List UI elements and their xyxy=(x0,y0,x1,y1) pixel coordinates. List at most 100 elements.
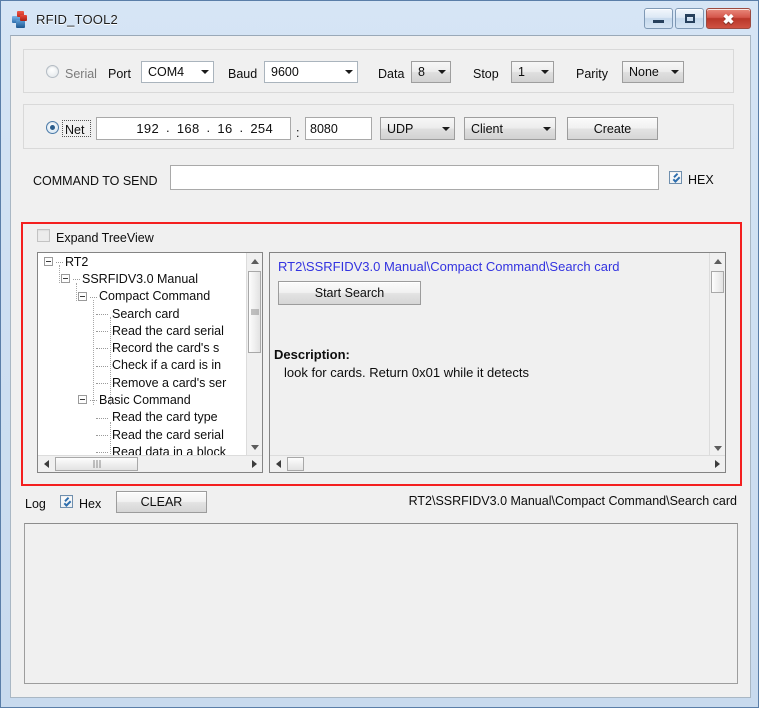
chevron-down-icon xyxy=(536,62,553,82)
tree-connector xyxy=(73,279,80,281)
tree-node[interactable]: Basic Command xyxy=(38,391,245,408)
ip-octet-4[interactable]: 254 xyxy=(247,121,276,136)
ip-octet-2[interactable]: 168 xyxy=(174,121,203,136)
command-detail-panel: RT2\SSRFIDV3.0 Manual\Compact Command\Se… xyxy=(269,252,726,473)
log-hex-label: Hex xyxy=(79,497,102,511)
scroll-right-arrow-icon[interactable] xyxy=(709,456,725,472)
chevron-down-icon xyxy=(433,62,450,82)
minimize-button[interactable] xyxy=(644,8,673,29)
tree-node[interactable]: SSRFIDV3.0 Manual xyxy=(38,270,245,287)
tree-connector xyxy=(96,417,108,419)
tree-collapse-icon[interactable] xyxy=(44,257,53,266)
connection-mode-combo[interactable]: Client xyxy=(464,117,556,140)
scroll-up-arrow-icon[interactable] xyxy=(247,253,263,269)
tree-node[interactable]: Read the card serial xyxy=(38,322,245,339)
tree-connector xyxy=(96,383,108,385)
ip-separator: . xyxy=(239,119,244,135)
scroll-down-arrow-icon[interactable] xyxy=(710,440,726,456)
data-bits-value: 8 xyxy=(418,65,425,79)
port-number-input[interactable]: 8080 xyxy=(305,117,372,140)
detail-hscroll-thumb[interactable] xyxy=(287,457,304,471)
command-to-send-input[interactable] xyxy=(170,165,659,190)
expand-treeview-checkbox[interactable] xyxy=(37,229,50,242)
ip-separator: . xyxy=(206,119,211,135)
command-treeview[interactable]: RT2 SSRFIDV3.0 Manual Compact Command Searc… xyxy=(37,252,263,473)
parity-label: Parity xyxy=(576,67,608,81)
network-settings-group: Net 192 . 168 . 16 . 254 : 8080 UDP Clie… xyxy=(23,104,734,149)
tree-connector xyxy=(96,365,108,367)
tree-node[interactable]: Read data in a block xyxy=(38,443,245,455)
description-label: Description: xyxy=(274,347,350,362)
ip-address-input[interactable]: 192 . 168 . 16 . 254 xyxy=(96,117,291,140)
protocol-combo[interactable]: UDP xyxy=(380,117,455,140)
tree-node-label: SSRFIDV3.0 Manual xyxy=(82,271,199,286)
tree-collapse-icon[interactable] xyxy=(61,274,70,284)
data-bits-combo[interactable]: 8 xyxy=(411,61,451,83)
tree-node[interactable]: Compact Command xyxy=(38,288,245,305)
tree-collapse-icon[interactable] xyxy=(78,395,87,405)
create-button[interactable]: Create xyxy=(567,117,658,140)
tree-node-label: Read the card serial xyxy=(112,323,224,338)
tree-node[interactable]: Check if a card is in xyxy=(38,357,245,374)
tree-node-label: Read the card serial xyxy=(112,427,224,442)
tree-node-label: Compact Command xyxy=(99,289,211,304)
tree-collapse-icon[interactable] xyxy=(78,291,87,301)
scroll-right-arrow-icon[interactable] xyxy=(246,456,262,472)
description-text: look for cards. Return 0x01 while it det… xyxy=(284,365,529,380)
port-label: Port xyxy=(108,67,131,81)
tree-node[interactable]: Record the card's s xyxy=(38,339,245,356)
log-label: Log xyxy=(25,497,46,511)
ip-octet-1[interactable]: 192 xyxy=(133,121,162,136)
client-area: Serial Port COM4 Baud 9600 Data 8 Stop 1 xyxy=(10,35,751,698)
connection-mode-value: Client xyxy=(471,121,503,136)
stop-label: Stop xyxy=(473,67,499,81)
parity-combo[interactable]: None xyxy=(622,61,684,83)
log-breadcrumb: RT2\SSRFIDV3.0 Manual\Compact Command\Se… xyxy=(408,494,737,508)
command-to-send-label: COMMAND TO SEND xyxy=(33,174,158,188)
tree-connector xyxy=(96,434,108,436)
maximize-button[interactable] xyxy=(675,8,704,29)
tree-node[interactable]: Search card xyxy=(38,305,245,322)
tree-connector xyxy=(96,313,108,315)
net-radio[interactable] xyxy=(46,121,59,134)
command-hex-checkbox[interactable] xyxy=(669,171,682,184)
scroll-left-arrow-icon[interactable] xyxy=(38,456,54,472)
tree-connector xyxy=(96,331,108,333)
detail-vertical-scrollbar[interactable] xyxy=(709,253,725,456)
clear-log-button[interactable]: CLEAR xyxy=(116,491,207,513)
scroll-down-arrow-icon[interactable] xyxy=(247,439,263,455)
treeview-vertical-scrollbar[interactable] xyxy=(246,253,262,455)
tree-connector xyxy=(90,400,97,402)
port-combo[interactable]: COM4 xyxy=(141,61,214,83)
treeview-horizontal-scrollbar[interactable] xyxy=(38,455,262,472)
tree-node[interactable]: Read the card type xyxy=(38,409,245,426)
tree-node-label: Search card xyxy=(112,306,180,321)
ip-octet-3[interactable]: 16 xyxy=(214,121,235,136)
ip-separator: . xyxy=(165,119,170,135)
detail-scroll-thumb[interactable] xyxy=(711,271,724,293)
close-button[interactable]: ✖ xyxy=(706,8,751,29)
application-window: RFID_TOOL2 ✖ Serial Port COM4 Baud 9600 … xyxy=(0,0,759,708)
tree-node-label: Basic Command xyxy=(99,393,191,408)
tree-node[interactable]: RT2 xyxy=(38,253,245,270)
scroll-left-arrow-icon[interactable] xyxy=(270,456,286,472)
baud-combo[interactable]: 9600 xyxy=(264,61,358,83)
port-combo-value: COM4 xyxy=(148,65,185,79)
chevron-down-icon xyxy=(666,62,683,82)
detail-horizontal-scrollbar[interactable] xyxy=(270,455,725,472)
stop-bits-combo[interactable]: 1 xyxy=(511,61,554,83)
close-icon: ✖ xyxy=(722,10,735,27)
parity-value: None xyxy=(629,65,659,79)
tree-node[interactable]: Remove a card's ser xyxy=(38,374,245,391)
serial-radio[interactable] xyxy=(46,65,59,78)
log-output-textbox[interactable] xyxy=(24,523,738,684)
stop-bits-value: 1 xyxy=(518,65,525,79)
treeview-hscroll-thumb[interactable] xyxy=(55,457,138,471)
start-search-button[interactable]: Start Search xyxy=(278,281,421,305)
data-label: Data xyxy=(378,67,405,81)
scroll-up-arrow-icon[interactable] xyxy=(710,253,726,269)
treeview-scroll-thumb[interactable] xyxy=(248,271,261,353)
log-hex-checkbox[interactable] xyxy=(60,495,73,508)
tree-node[interactable]: Read the card serial xyxy=(38,426,245,443)
window-title: RFID_TOOL2 xyxy=(36,11,118,27)
